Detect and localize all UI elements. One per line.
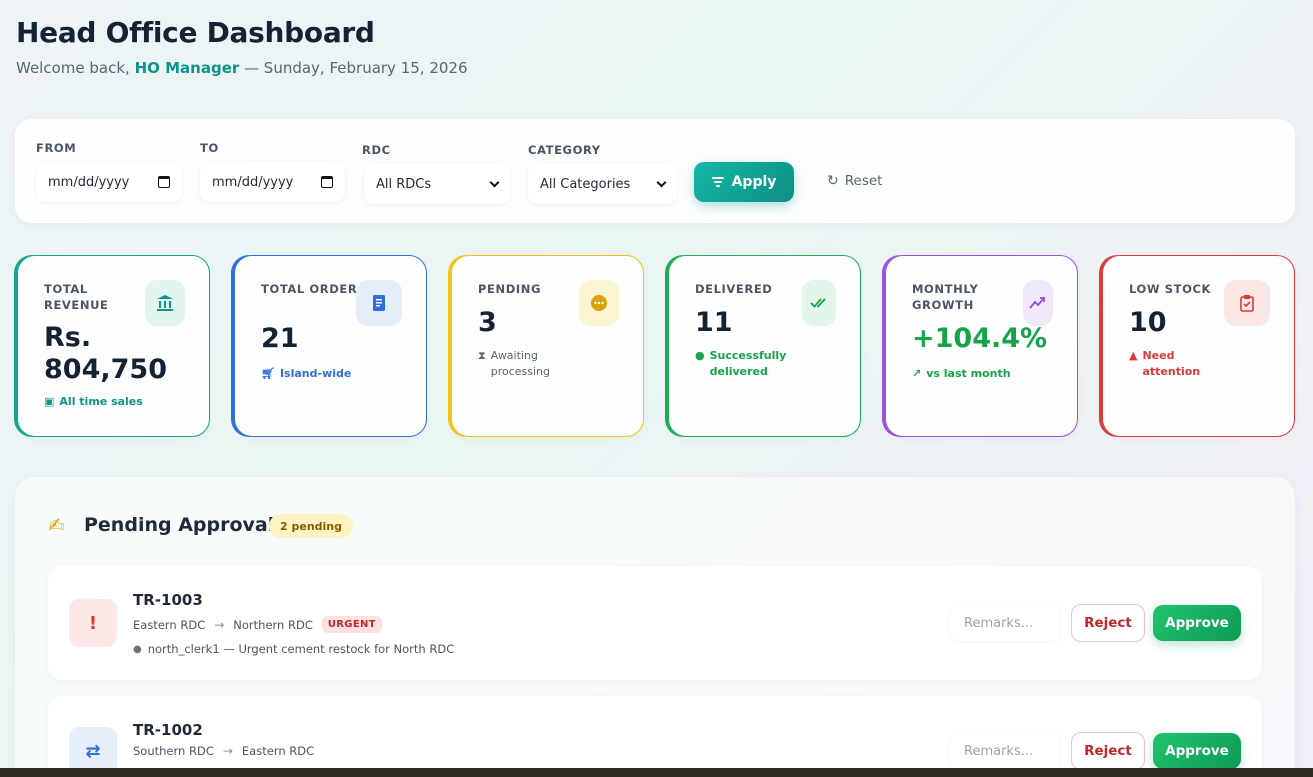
stat-label: TOTAL REVENUE	[44, 282, 109, 312]
welcome-prefix: Welcome back,	[16, 59, 135, 77]
remarks-input[interactable]: Remarks...	[950, 733, 1060, 769]
apply-button[interactable]: Apply	[694, 162, 794, 202]
arrow-right-icon: →	[222, 744, 233, 758]
rdc-select[interactable]: All RDCs	[364, 164, 510, 204]
user-icon: ●	[133, 643, 142, 655]
stat-card-delivered: DELIVERED 11 ● Successfully delivered	[668, 255, 861, 437]
apply-label: Apply	[731, 174, 777, 190]
cart-icon: 🛒︎	[261, 367, 275, 380]
to-date-input[interactable]: mm/dd/yyyy	[200, 162, 345, 202]
from-label: FROM	[36, 141, 77, 155]
transfer-route: Eastern RDC → Northern RDC URGENT	[133, 616, 382, 633]
transfer-route: Southern RDC → Eastern RDC	[133, 744, 314, 758]
dashboard-page: Head Office Dashboard Welcome back, HO M…	[0, 0, 1313, 777]
to-date-value: mm/dd/yyyy	[212, 174, 294, 190]
calendar-icon[interactable]	[158, 176, 170, 188]
transfer-note: ● north_clerk1 — Urgent cement restock f…	[133, 642, 455, 656]
approval-row: ⇄ TR-1002 Southern RDC → Eastern RDC Rem…	[48, 696, 1262, 777]
refresh-icon: ↻	[827, 173, 839, 189]
pending-count-badge: 2 pending	[269, 514, 353, 538]
reject-button[interactable]: Reject	[1071, 604, 1145, 642]
to-label: TO	[200, 141, 219, 155]
remarks-input[interactable]: Remarks...	[950, 605, 1060, 641]
bank-icon	[145, 280, 185, 326]
to-rdc: Eastern RDC	[241, 744, 315, 758]
check-circle-icon: ●	[695, 349, 705, 362]
category-selected: All Categories	[540, 176, 631, 192]
stat-value: 3	[478, 307, 497, 338]
trend-up-icon: ↗	[912, 367, 922, 380]
from-rdc: Southern RDC	[133, 744, 214, 758]
alert-icon: !	[69, 599, 117, 647]
hand-icon: ✍︎	[48, 513, 65, 537]
stat-label: MONTHLY GROWTH	[912, 282, 979, 312]
stat-value: 10	[1129, 307, 1167, 338]
arrow-right-icon: →	[214, 617, 225, 632]
stat-value: 21	[261, 323, 299, 354]
approve-button[interactable]: Approve	[1153, 733, 1241, 769]
transfer-id: TR-1003	[133, 591, 203, 609]
stat-card-low-stock: LOW STOCK 10 ▲ Need attention	[1102, 255, 1295, 437]
stat-label: PENDING	[478, 282, 541, 296]
filter-bar: FROM mm/dd/yyyy TO mm/dd/yyyy RDC All RD…	[15, 119, 1295, 223]
from-rdc: Eastern RDC	[133, 617, 206, 632]
trend-icon	[1023, 280, 1053, 326]
user-name: HO Manager	[134, 59, 240, 77]
filter-icon	[711, 177, 724, 187]
approval-row: ! TR-1003 Eastern RDC → Northern RDC URG…	[48, 566, 1262, 680]
rdc-label: RDC	[362, 143, 391, 157]
stat-card-total-orders: TOTAL ORDERS 21 🛒︎ Island-wide	[234, 255, 427, 437]
more-icon	[579, 280, 619, 326]
stat-sub: ● Successfully delivered	[695, 349, 787, 378]
category-label: CATEGORY	[528, 143, 601, 157]
stat-label: LOW STOCK	[1129, 282, 1212, 296]
stat-card-total-revenue: TOTAL REVENUE Rs. 804,750 ▣ All time sal…	[17, 255, 210, 437]
reset-button[interactable]: ↻ Reset	[827, 173, 882, 189]
to-rdc: Northern RDC	[233, 617, 313, 632]
welcome-text: Welcome back, HO Manager — Sunday, Febru…	[16, 59, 468, 77]
chevron-down-icon	[489, 177, 500, 187]
from-date-input[interactable]: mm/dd/yyyy	[36, 162, 182, 202]
money-icon: ▣	[44, 395, 55, 408]
current-date: — Sunday, February 15, 2026	[239, 59, 468, 77]
stat-label: DELIVERED	[695, 282, 773, 296]
clipboard-icon	[1224, 280, 1270, 326]
section-title: Pending Approvals	[84, 514, 286, 536]
page-title: Head Office Dashboard	[16, 16, 375, 49]
hourglass-icon: ⧗	[478, 349, 486, 362]
warning-icon: ▲	[1129, 349, 1138, 362]
receipt-icon	[356, 280, 402, 326]
stat-value: Rs. 804,750	[44, 322, 167, 385]
stat-card-monthly-growth: MONTHLY GROWTH +104.4% ↗ vs last month	[885, 255, 1078, 437]
stat-card-pending: PENDING 3 ⧗ Awaiting processing	[451, 255, 644, 437]
stat-sub: ▲ Need attention	[1129, 349, 1201, 378]
chevron-down-icon	[656, 177, 667, 187]
stat-sub: ▣ All time sales	[44, 395, 143, 408]
stat-value: +104.4%	[912, 323, 1048, 354]
reject-button[interactable]: Reject	[1071, 732, 1145, 770]
rdc-selected: All RDCs	[376, 176, 432, 192]
calendar-icon[interactable]	[321, 176, 333, 188]
stat-sub: ⧗ Awaiting processing	[478, 349, 551, 378]
category-select[interactable]: All Categories	[528, 164, 677, 204]
from-date-value: mm/dd/yyyy	[48, 174, 130, 190]
urgent-badge: URGENT	[321, 616, 382, 633]
transfer-id: TR-1002	[133, 721, 203, 739]
reset-label: Reset	[844, 173, 883, 189]
stat-sub: 🛒︎ Island-wide	[261, 367, 352, 380]
double-check-icon	[802, 280, 836, 326]
taskbar	[0, 768, 1313, 777]
approve-button[interactable]: Approve	[1153, 605, 1241, 641]
stat-label: TOTAL ORDERS	[261, 282, 367, 296]
stat-value: 11	[695, 307, 733, 338]
stat-sub: ↗ vs last month	[912, 367, 1011, 380]
